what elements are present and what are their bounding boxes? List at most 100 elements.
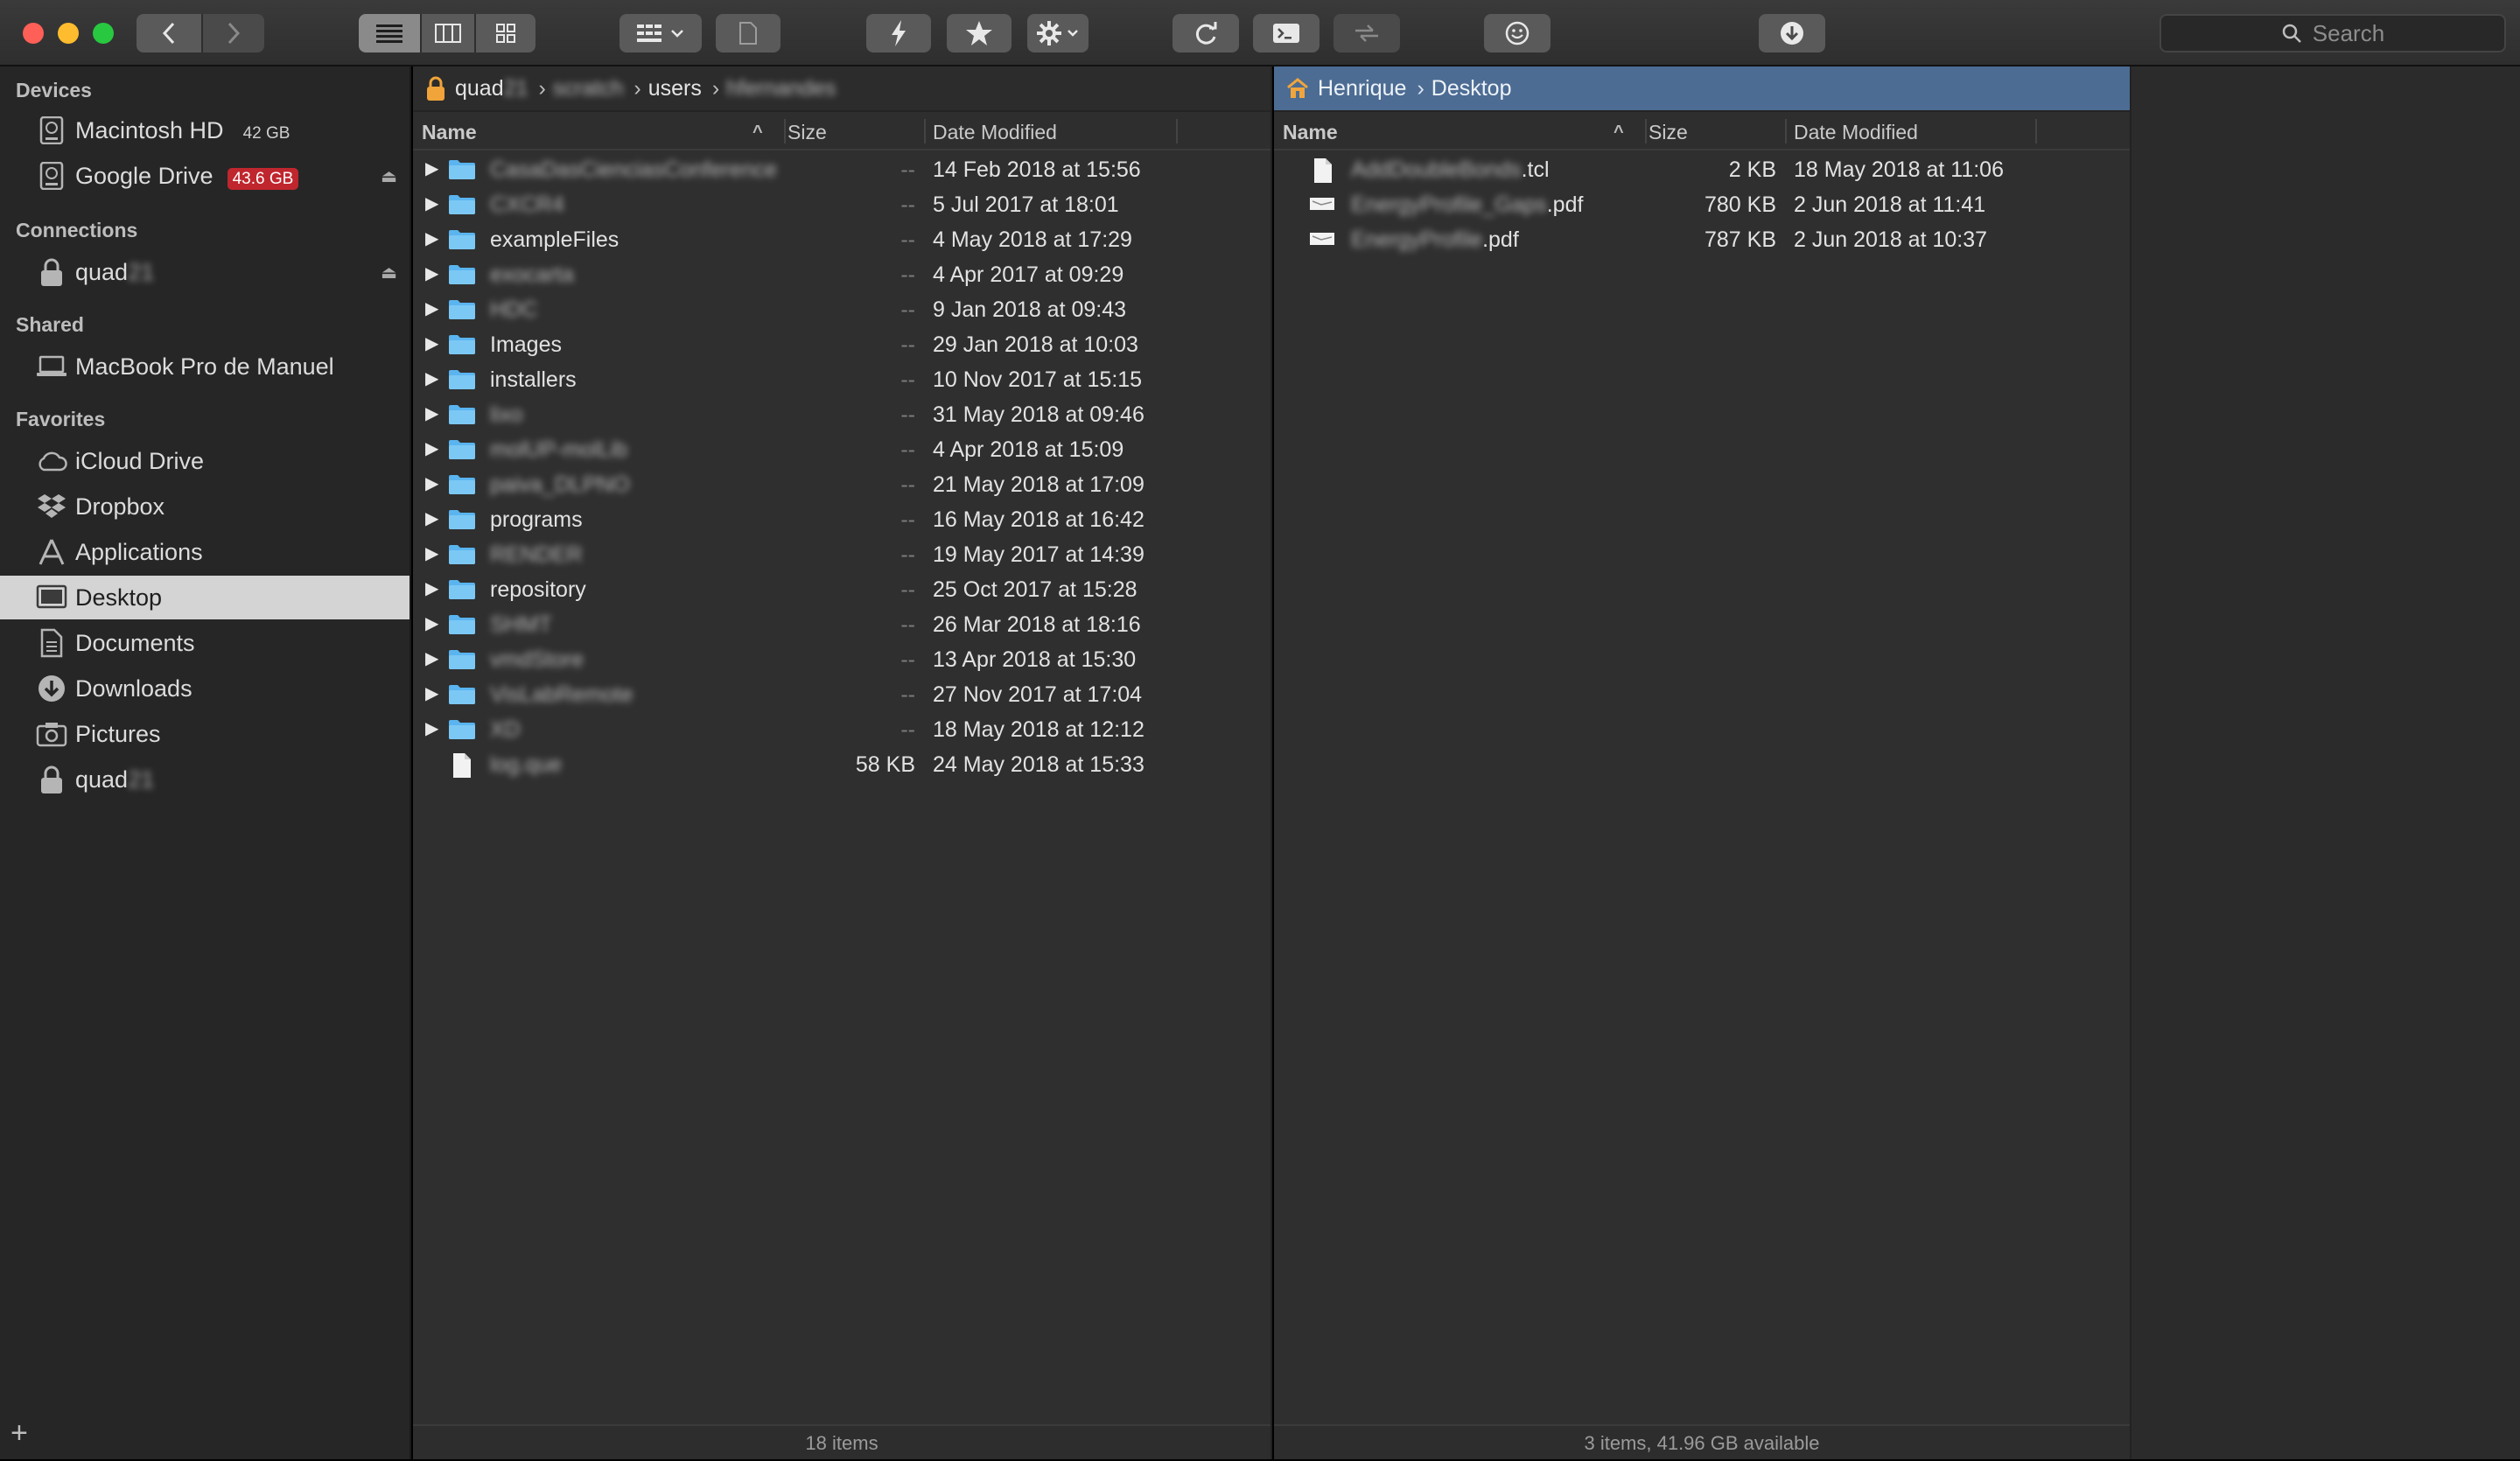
file-name: XD [490,717,521,742]
search-icon [2282,24,2301,43]
breadcrumb-item[interactable]: Desktop [1432,76,1512,101]
breadcrumb-item[interactable]: users [648,76,702,101]
list-view-button[interactable] [359,14,420,52]
sidebar-heading-favorites: Favorites [16,408,106,430]
table-row[interactable]: ▶ CasaDasCienciasConference -- 14 Feb 2018 … [413,152,1270,187]
refresh-button[interactable] [1172,14,1239,52]
disclosure-triangle-icon[interactable]: ▶ [425,437,438,459]
sidebar-item-documents[interactable]: Documents [0,621,410,665]
sidebar-item-desktop[interactable]: Desktop [0,576,410,619]
sidebar-item-quad-connection[interactable]: quad21 ⏏ [0,250,410,294]
disclosure-triangle-icon[interactable]: ▶ [425,682,438,704]
disclosure-triangle-icon[interactable]: ▶ [425,157,438,179]
quick-action-button[interactable] [866,14,931,52]
size-column-header[interactable]: Size [1648,121,1688,144]
table-row[interactable]: ▶ vmdStore -- 13 Apr 2018 at 15:30 [413,642,1270,677]
disclosure-triangle-icon[interactable]: ▶ [425,472,438,494]
search-field[interactable]: Search [2160,14,2506,52]
disclosure-triangle-icon[interactable]: ▶ [425,612,438,634]
disclosure-triangle-icon[interactable]: ▶ [425,717,438,739]
table-row[interactable]: ▶ XD -- 18 May 2018 at 12:12 [413,712,1270,747]
table-row[interactable]: AddDoubleBonds.tcl 2 KB 18 May 2018 at 11:… [1274,152,2130,187]
minimize-window-button[interactable] [58,23,79,44]
favorite-button[interactable] [947,14,1012,52]
sidebar-item-applications[interactable]: Applications [0,530,410,574]
sidebar-item-pictures[interactable]: Pictures [0,712,410,756]
file-size: 2 KB [1728,157,1776,182]
arrange-dropdown[interactable] [620,14,702,52]
disclosure-triangle-icon[interactable]: ▶ [425,332,438,354]
table-row[interactable]: ▶ lixo -- 31 May 2018 at 09:46 [413,397,1270,432]
date-modified: 2 Jun 2018 at 11:41 [1794,192,1986,217]
sidebar-item-macintosh-hd[interactable]: Macintosh HD 42 GB [0,108,410,152]
breadcrumb-item[interactable]: quad21 [455,76,528,101]
name-column-header[interactable]: Name [422,121,477,144]
table-row[interactable]: ▶ HDC -- 9 Jan 2018 at 09:43 [413,292,1270,327]
chevron-left-icon [162,22,175,45]
sidebar-item-macbook-pro[interactable]: MacBook Pro de Manuel [0,345,410,388]
compare-button[interactable] [1334,14,1400,52]
sidebar-item-quad-favorite[interactable]: quad21 [0,758,410,801]
breadcrumb-item[interactable]: scratch [553,76,624,101]
file-size: -- [900,192,915,217]
zoom-window-button[interactable] [93,23,114,44]
new-file-button[interactable] [716,14,780,52]
left-file-pane: quad21 › scratch › users › hfernandes Na… [413,66,1272,1459]
table-row[interactable]: ▶ exocarta -- 4 Apr 2017 at 09:29 [413,257,1270,292]
disclosure-triangle-icon[interactable]: ▶ [425,577,438,599]
table-row[interactable]: ▶ RENDER -- 19 May 2017 at 14:39 [413,537,1270,572]
sidebar-item-downloads[interactable]: Downloads [0,667,410,710]
table-row[interactable]: ▶ SHMT -- 26 Mar 2018 at 18:16 [413,607,1270,642]
disclosure-triangle-icon[interactable]: ▶ [425,542,438,564]
date-column-header[interactable]: Date Modified [933,121,1057,144]
eject-icon[interactable]: ⏏ [381,165,397,187]
action-menu-button[interactable] [1027,14,1088,52]
forward-button[interactable] [203,14,264,52]
disclosure-triangle-icon[interactable]: ▶ [425,227,438,249]
table-row[interactable]: ▶ VisLabRemote -- 27 Nov 2017 at 17:04 [413,677,1270,712]
column-view-button[interactable] [422,14,474,52]
file-size: -- [900,157,915,182]
table-row[interactable]: ▶ exampleFiles -- 4 May 2018 at 17:29 [413,222,1270,257]
table-row[interactable]: log.que 58 KB 24 May 2018 at 15:33 [413,747,1270,782]
breadcrumb-item[interactable]: Henrique [1318,76,1406,101]
download-button[interactable] [1759,14,1825,52]
disclosure-triangle-icon[interactable]: ▶ [425,647,438,669]
sidebar-item-label: quad [75,258,129,285]
sidebar-item-google-drive[interactable]: Google Drive 43.6 GB ⏏ [0,154,410,198]
table-row[interactable]: ▶ repository -- 25 Oct 2017 at 15:28 [413,572,1270,607]
close-window-button[interactable] [23,23,44,44]
table-row[interactable]: ▶ paiva_DLPNO -- 21 May 2018 at 17:09 [413,467,1270,502]
icon-view-button[interactable] [476,14,536,52]
breadcrumb-item[interactable]: hfernandes [726,76,836,101]
sidebar-item-icloud-drive[interactable]: iCloud Drive [0,439,410,483]
disclosure-triangle-icon[interactable]: ▶ [425,367,438,389]
disclosure-triangle-icon[interactable]: ▶ [425,192,438,214]
list-view-icon [376,24,402,43]
table-row[interactable]: ▶ installers -- 10 Nov 2017 at 15:15 [413,362,1270,397]
terminal-button[interactable] [1253,14,1320,52]
feedback-button[interactable] [1484,14,1550,52]
desktop-icon [35,581,68,614]
disclosure-triangle-icon[interactable]: ▶ [425,262,438,284]
name-column-header[interactable]: Name [1283,121,1338,144]
sidebar-item-label: Documents [75,629,195,656]
disclosure-triangle-icon[interactable]: ▶ [425,402,438,424]
hard-drive-icon [35,159,68,192]
size-column-header[interactable]: Size [788,121,827,144]
table-row[interactable]: EnergyProfile_Gaps.pdf 780 KB 2 Jun 2018 a… [1274,187,2130,222]
sidebar-item-dropbox[interactable]: Dropbox [0,485,410,528]
disclosure-triangle-icon[interactable]: ▶ [425,297,438,319]
eject-icon[interactable]: ⏏ [381,262,397,283]
table-row[interactable]: EnergyProfile.pdf 787 KB 2 Jun 2018 at 10:… [1274,222,2130,257]
table-row[interactable]: ▶ programs -- 16 May 2018 at 16:42 [413,502,1270,537]
back-button[interactable] [136,14,201,52]
folder-icon [448,544,476,571]
table-row[interactable]: ▶ CXCR4 -- 5 Jul 2017 at 18:01 [413,187,1270,222]
add-icon[interactable]: + [10,1416,28,1451]
table-row[interactable]: ▶ molUP-molLib -- 4 Apr 2018 at 15:09 [413,432,1270,467]
date-column-header[interactable]: Date Modified [1794,121,1918,144]
breadcrumb-separator: › [1417,75,1424,101]
table-row[interactable]: ▶ Images -- 29 Jan 2018 at 10:03 [413,327,1270,362]
disclosure-triangle-icon[interactable]: ▶ [425,507,438,529]
